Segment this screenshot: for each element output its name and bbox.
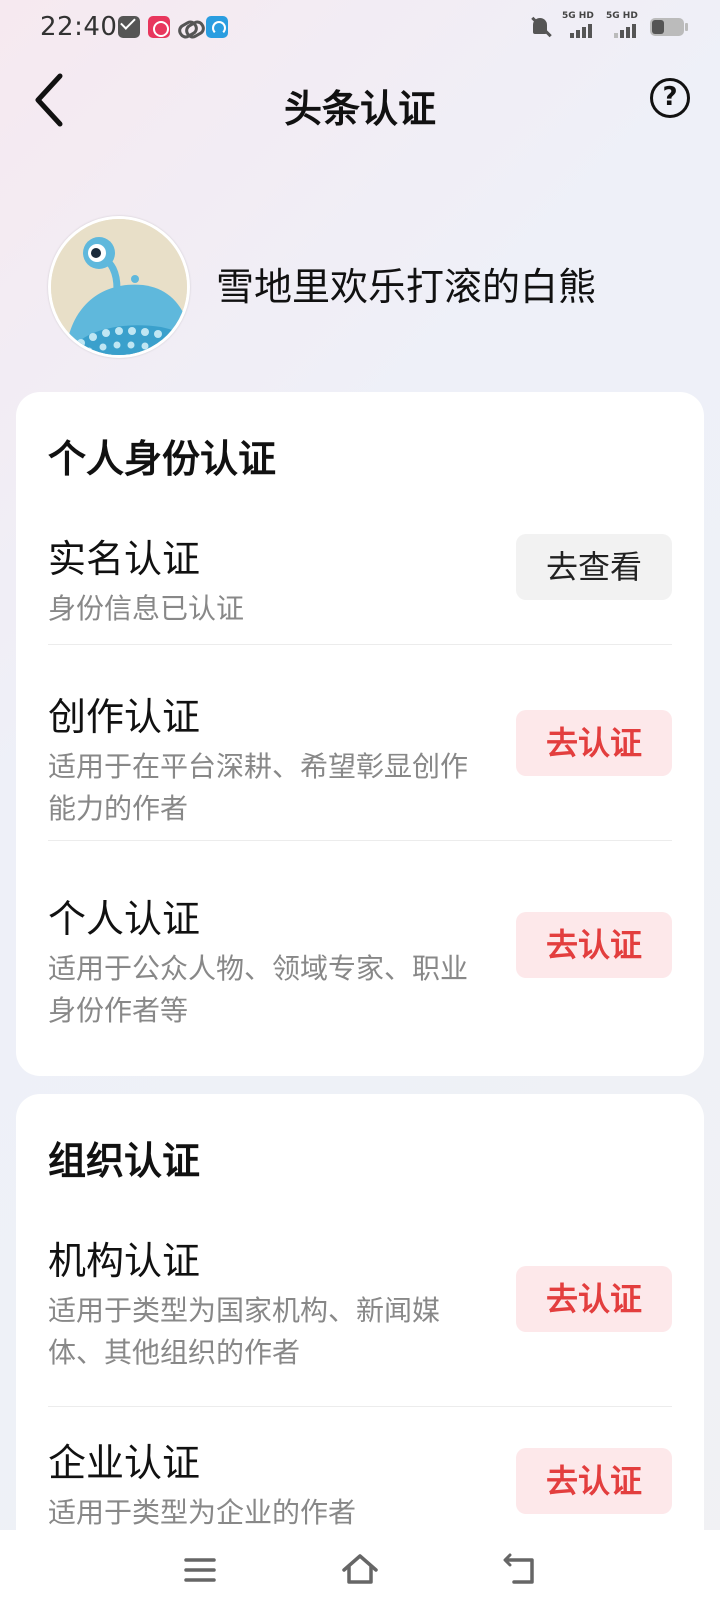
- item-description: 适用于类型为国家机构、新闻媒体、其他组织的作者: [48, 1294, 441, 1369]
- return-button[interactable]: [500, 1550, 540, 1590]
- link-icon: [178, 16, 200, 38]
- certify-button[interactable]: 去认证: [516, 1448, 672, 1514]
- view-button[interactable]: 去查看: [516, 534, 672, 600]
- network-label-2: 5G HD: [606, 11, 638, 21]
- avatar-image: [51, 219, 187, 355]
- system-nav-bar: [0, 1530, 720, 1612]
- home-icon: [342, 1554, 378, 1584]
- section-title-personal: 个人身份认证: [48, 437, 277, 481]
- hotspot-icon: [206, 16, 228, 38]
- list-item-creator: 创作认证 适用于在平台深耕、希望彰显创作能力的作者 去认证: [48, 686, 672, 836]
- menu-button[interactable]: [180, 1550, 220, 1590]
- profile: 雪地里欢乐打滚的白熊: [48, 216, 688, 360]
- certify-button[interactable]: 去认证: [516, 1266, 672, 1332]
- signal-1: 5G HD: [562, 11, 596, 40]
- item-description: 身份信息已认证: [48, 592, 245, 625]
- personal-identity-card: 个人身份认证 实名认证 身份信息已认证 去查看 创作认证 适用于在平台深耕、希望…: [16, 392, 704, 1076]
- divider: [48, 644, 672, 645]
- item-title: 创作认证: [48, 695, 201, 739]
- network-label-1: 5G HD: [562, 11, 594, 21]
- list-item-personal: 个人认证 适用于公众人物、领域专家、职业身份作者等 去认证: [48, 888, 672, 1038]
- item-title: 实名认证: [48, 537, 201, 581]
- divider: [48, 1406, 672, 1407]
- list-item-real-name: 实名认证 身份信息已认证 去查看: [48, 528, 672, 644]
- battery-icon: [650, 18, 688, 36]
- status-bar: 22:40 5G HD 5G HD: [0, 0, 720, 56]
- app-notification-icon: [148, 16, 170, 38]
- certify-button[interactable]: 去认证: [516, 912, 672, 978]
- item-description: 适用于公众人物、领域专家、职业身份作者等: [48, 952, 469, 1027]
- signal-2: 5G HD: [606, 11, 640, 40]
- certify-button[interactable]: 去认证: [516, 710, 672, 776]
- section-title-organization: 组织认证: [48, 1139, 201, 1183]
- question-circle-icon: ?: [662, 82, 678, 112]
- return-icon: [503, 1553, 534, 1584]
- page-title: 头条认证: [283, 87, 436, 131]
- organization-card: 组织认证 机构认证 适用于类型为国家机构、新闻媒体、其他组织的作者 去认证 企业…: [16, 1094, 704, 1554]
- divider: [48, 840, 672, 841]
- item-title: 机构认证: [48, 1239, 201, 1283]
- item-title: 企业认证: [48, 1441, 201, 1485]
- list-item-enterprise: 企业认证 适用于类型为企业的作者 去认证: [48, 1432, 672, 1542]
- list-item-institution: 机构认证 适用于类型为国家机构、新闻媒体、其他组织的作者 去认证: [48, 1230, 672, 1380]
- signal-bars-icon: [570, 24, 592, 38]
- item-title: 个人认证: [48, 897, 201, 941]
- home-button[interactable]: [340, 1550, 380, 1590]
- item-description: 适用于在平台深耕、希望彰显创作能力的作者: [48, 750, 469, 825]
- nav-header: 头条认证 ?: [0, 56, 720, 146]
- mute-icon: [530, 16, 552, 38]
- username: 雪地里欢乐打滚的白熊: [216, 265, 597, 309]
- signal-bars-icon: [614, 24, 636, 38]
- avatar[interactable]: [48, 216, 190, 358]
- help-button[interactable]: ?: [650, 78, 690, 118]
- menu-icon: [184, 1558, 216, 1582]
- item-description: 适用于类型为企业的作者: [48, 1496, 357, 1529]
- status-time: 22:40: [40, 12, 118, 42]
- message-icon: [118, 16, 140, 38]
- status-right: 5G HD 5G HD: [530, 11, 688, 40]
